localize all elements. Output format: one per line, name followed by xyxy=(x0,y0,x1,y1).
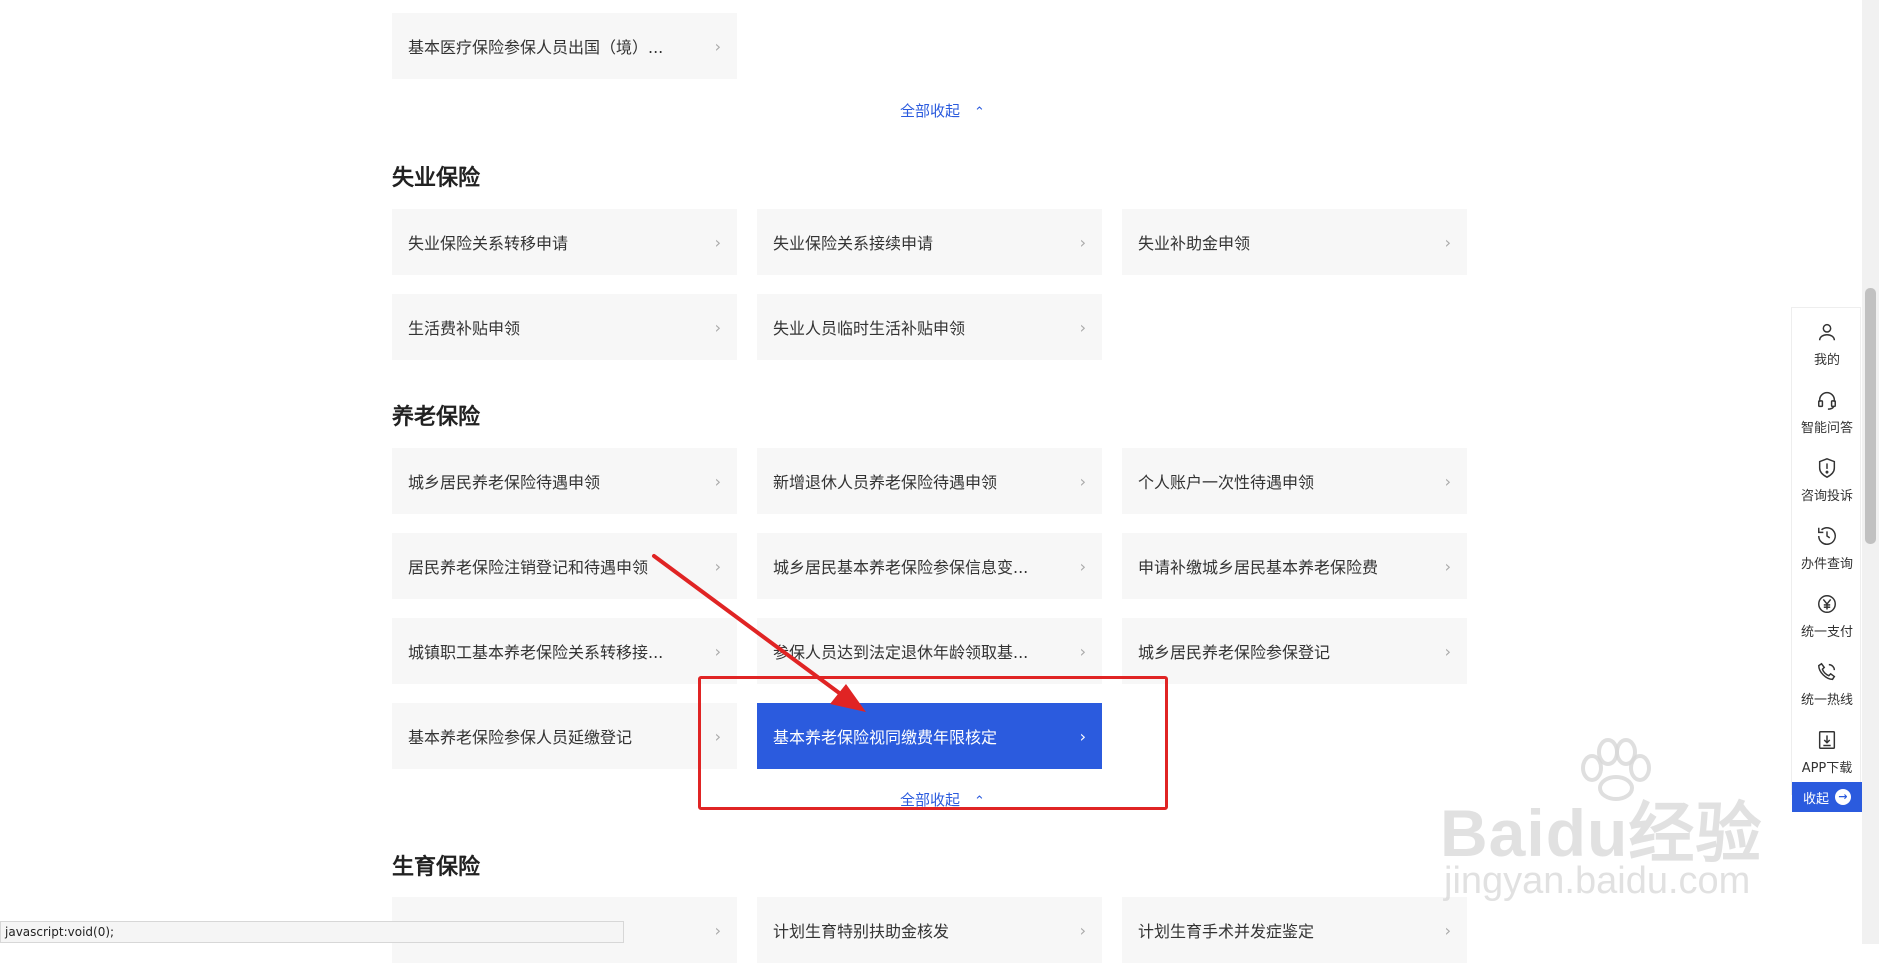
toolbar-item-label: APP下载 xyxy=(1801,760,1853,776)
toolbar-item-ai-qa[interactable]: 智能问答 xyxy=(1792,379,1862,445)
toolbar-item-label: 办件查询 xyxy=(1800,556,1853,572)
chevron-right-icon: › xyxy=(714,471,721,491)
chevron-right-icon: › xyxy=(1079,232,1086,252)
watermark-url: jingyan.baidu.com xyxy=(1444,860,1751,902)
toolbar-item-label: 统一支付 xyxy=(1800,624,1853,640)
service-card-label: 居民养老保险注销登记和待遇申领 xyxy=(408,558,649,577)
service-card-label: 基本医疗保险参保人员出国（境）... xyxy=(408,38,664,57)
user-icon xyxy=(1818,323,1836,340)
chevron-right-icon: › xyxy=(1444,556,1451,576)
headset-icon xyxy=(1818,391,1836,410)
service-card[interactable]: 生活费补贴申领 › xyxy=(392,294,737,360)
service-card-label: 个人账户一次性待遇申领 xyxy=(1138,473,1315,492)
section-title-maternity: 生育保险 xyxy=(392,855,481,880)
chevron-right-icon: › xyxy=(714,36,721,56)
service-card[interactable]: 城乡居民养老保险参保登记 › xyxy=(1122,618,1467,684)
section-title-pension: 养老保险 xyxy=(392,405,481,430)
service-card[interactable]: 新增退休人员养老保险待遇申领 › xyxy=(757,448,1102,514)
toolbar-collapse-button[interactable]: 收起 → xyxy=(1792,782,1862,812)
arrow-right-icon: → xyxy=(1835,789,1851,805)
service-card-label: 生活费补贴申领 xyxy=(408,319,521,338)
service-card[interactable]: 失业人员临时生活补贴申领 › xyxy=(757,294,1102,360)
service-card-label: 计划生育手术并发症鉴定 xyxy=(1138,922,1315,941)
chevron-right-icon: › xyxy=(1079,556,1086,576)
baidu-jingyan-watermark: Baidu经验 jingyan.baidu.com xyxy=(1440,738,1780,938)
chevron-right-icon: › xyxy=(1079,317,1086,337)
service-card[interactable]: 申请补缴城乡居民基本养老保险费 › xyxy=(1122,533,1467,599)
toolbar-item-label: 我的 xyxy=(1813,352,1840,368)
service-card-label: 失业补助金申领 xyxy=(1138,234,1251,253)
service-card-label: 城乡居民养老保险参保登记 xyxy=(1138,643,1331,662)
download-icon xyxy=(1818,730,1836,749)
service-card[interactable]: 城乡居民养老保险待遇申领 › xyxy=(392,448,737,514)
service-card-label: 计划生育特别扶助金核发 xyxy=(773,922,950,941)
chevron-right-icon: › xyxy=(714,920,721,940)
phone-icon xyxy=(1818,662,1836,680)
service-card-label: 申请补缴城乡居民基本养老保险费 xyxy=(1138,558,1379,577)
yen-icon xyxy=(1818,594,1836,613)
chevron-right-icon: › xyxy=(714,232,721,252)
toolbar-item-my[interactable]: 我的 xyxy=(1792,311,1862,377)
service-card-label: 失业保险关系转移申请 xyxy=(408,234,569,253)
history-icon xyxy=(1818,526,1836,545)
service-card[interactable]: 计划生育特别扶助金核发 › xyxy=(757,897,1102,963)
watermark-brand: Baidu经验 xyxy=(1440,796,1763,870)
toolbar-item-payment[interactable]: 统一支付 xyxy=(1792,583,1862,649)
collapse-all-label: 全部收起 xyxy=(900,102,961,120)
toolbar-item-label: 智能问答 xyxy=(1800,420,1853,436)
chevron-up-icon: ⌃ xyxy=(974,105,985,120)
toolbar-item-label: 统一热线 xyxy=(1800,692,1853,708)
service-card[interactable]: 计划生育手术并发症鉴定 › xyxy=(1122,897,1467,963)
section-title-unemployment: 失业保险 xyxy=(392,166,481,191)
service-card[interactable]: 失业补助金申领 › xyxy=(1122,209,1467,275)
service-card-medical-abroad[interactable]: 基本医疗保险参保人员出国（境）... › xyxy=(392,13,737,79)
browser-status-bar: javascript:void(0); xyxy=(0,921,624,943)
service-card-label: 失业保险关系接续申请 xyxy=(773,234,934,253)
toolbar-item-app-download[interactable]: APP下载 xyxy=(1792,719,1862,785)
service-card-label: 新增退休人员养老保险待遇申领 xyxy=(773,473,998,492)
annotation-arrow xyxy=(652,554,866,712)
floating-toolbar: 我的 智能问答 咨询投诉 办件查询 统一支付 统一热线 APP下载 xyxy=(1791,307,1861,795)
scrollbar-thumb[interactable] xyxy=(1865,288,1876,544)
chevron-right-icon: › xyxy=(714,317,721,337)
toolbar-item-hotline[interactable]: 统一热线 xyxy=(1792,651,1862,717)
service-card-label: 城镇职工基本养老保险关系转移接... xyxy=(408,643,664,662)
chevron-right-icon: › xyxy=(1444,471,1451,491)
toolbar-item-complaint[interactable]: 咨询投诉 xyxy=(1792,447,1862,513)
paw-logo-icon xyxy=(1581,738,1651,801)
toolbar-item-label: 咨询投诉 xyxy=(1800,488,1853,504)
service-card[interactable]: 个人账户一次性待遇申领 › xyxy=(1122,448,1467,514)
chevron-right-icon: › xyxy=(1444,641,1451,661)
chevron-right-icon: › xyxy=(1079,471,1086,491)
service-card[interactable]: 失业保险关系接续申请 › xyxy=(757,209,1102,275)
chevron-right-icon: › xyxy=(1079,920,1086,940)
toolbar-item-progress-query[interactable]: 办件查询 xyxy=(1792,515,1862,581)
service-card-label: 基本养老保险参保人员延缴登记 xyxy=(408,728,633,747)
service-card[interactable]: 失业保险关系转移申请 › xyxy=(392,209,737,275)
service-card-label: 城乡居民养老保险待遇申领 xyxy=(408,473,601,492)
chevron-right-icon: › xyxy=(1079,641,1086,661)
service-card-label: 失业人员临时生活补贴申领 xyxy=(773,319,966,338)
shield-alert-icon xyxy=(1818,457,1836,478)
collapse-all-link[interactable]: 全部收起 ⌃ xyxy=(900,100,985,121)
chevron-right-icon: › xyxy=(1444,920,1451,940)
chevron-right-icon: › xyxy=(1444,232,1451,252)
toolbar-collapse-label: 收起 xyxy=(1802,791,1829,807)
